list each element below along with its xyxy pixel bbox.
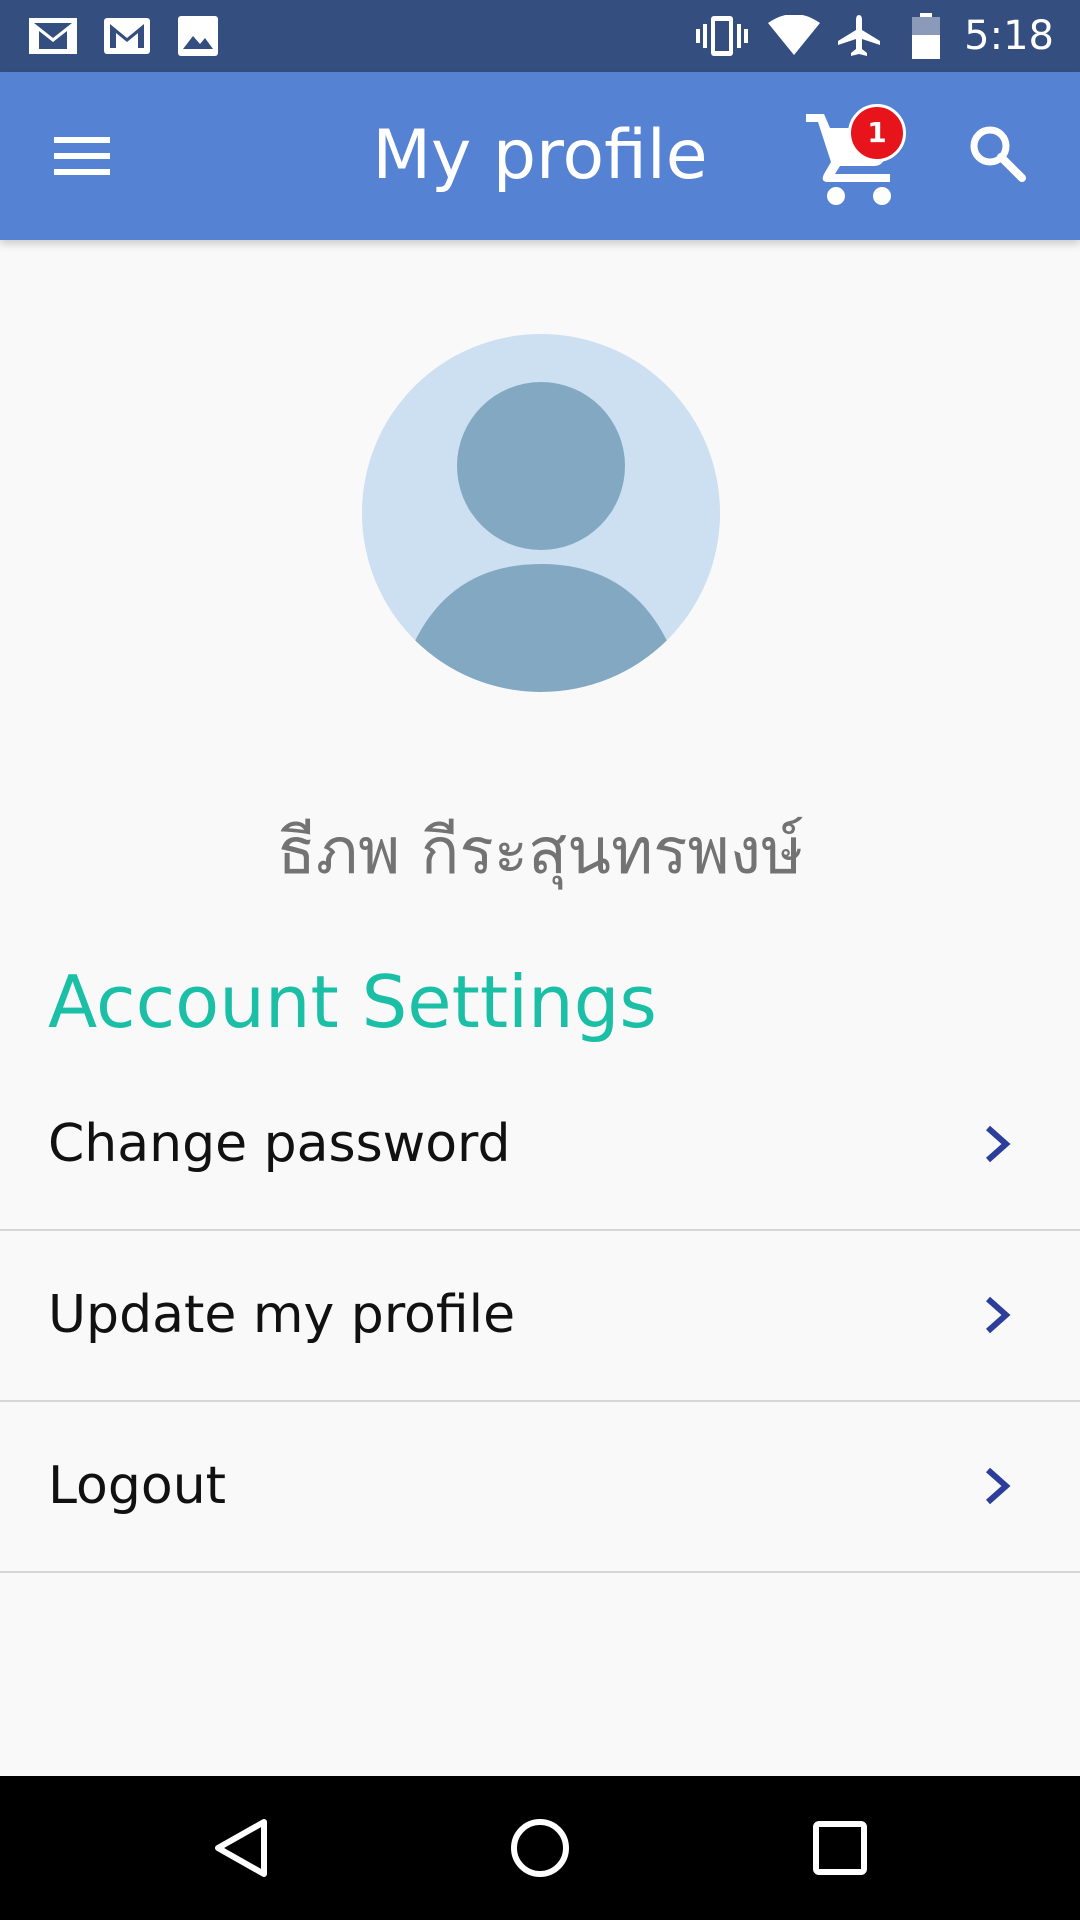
airplane-icon: [834, 14, 884, 58]
update-profile-item[interactable]: Update my profile: [0, 1231, 1080, 1402]
search-button[interactable]: [966, 122, 1038, 194]
logout-item[interactable]: Logout: [0, 1402, 1080, 1573]
cart-count-badge: 1: [848, 104, 906, 162]
account-settings-heading: Account Settings: [48, 960, 657, 1044]
back-triangle-icon: [215, 1819, 267, 1877]
chevron-right-icon: [986, 1125, 1011, 1163]
settings-list: Change password Update my profile Logout: [0, 1060, 1080, 1573]
status-bar: 5:18: [0, 0, 1080, 72]
profile-screen: 5:18 My profile 1 ธีภพ กีระสุนทรพงษ์ Acc…: [0, 0, 1080, 1920]
system-navigation-bar: [0, 1776, 1080, 1920]
image-icon: [176, 14, 220, 58]
home-circle-icon: [511, 1819, 569, 1877]
app-bar: My profile 1: [0, 72, 1080, 240]
wifi-icon: [766, 14, 822, 58]
vibrate-icon: [692, 14, 752, 58]
settings-item-label: Change password: [48, 1114, 511, 1174]
menu-button[interactable]: [30, 112, 138, 200]
user-name: ธีภพ กีระสุนทรพงษ์: [276, 815, 804, 889]
back-button[interactable]: [204, 1810, 280, 1886]
settings-item-label: Update my profile: [48, 1285, 516, 1345]
default-user-avatar-icon: [362, 334, 720, 692]
chevron-right-icon: [986, 1296, 1011, 1334]
battery-icon: [910, 13, 942, 59]
recents-square-icon: [813, 1821, 867, 1875]
gmail-icon: [102, 14, 152, 58]
search-icon: [970, 126, 1026, 182]
home-button[interactable]: [502, 1810, 578, 1886]
settings-item-label: Logout: [48, 1456, 227, 1516]
chevron-right-icon: [986, 1467, 1011, 1505]
recents-button[interactable]: [802, 1810, 878, 1886]
status-time: 5:18: [964, 13, 1054, 59]
gmail-inbox-icon: [26, 14, 80, 58]
change-password-item[interactable]: Change password: [0, 1060, 1080, 1231]
hamburger-icon: [54, 127, 110, 185]
avatar[interactable]: [362, 334, 720, 692]
